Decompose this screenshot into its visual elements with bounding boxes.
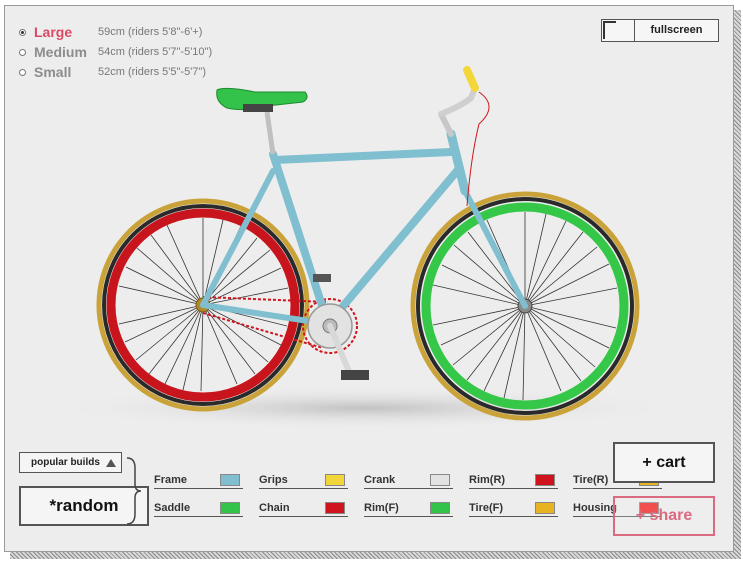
divider — [364, 488, 453, 489]
color-swatch[interactable] — [535, 502, 555, 514]
add-to-cart-button[interactable]: + cart — [613, 442, 715, 483]
part-label: Saddle — [154, 502, 191, 514]
divider — [154, 488, 243, 489]
grip — [463, 66, 479, 92]
bike-builder-panel: Large 59cm (riders 5'8"-6'+) Medium 54cm… — [4, 5, 734, 552]
part-saddle[interactable]: Saddle — [154, 500, 244, 518]
part-label: Grips — [259, 474, 288, 486]
color-swatch[interactable] — [325, 502, 345, 514]
part-grips[interactable]: Grips — [259, 472, 349, 490]
divider — [364, 516, 453, 517]
part-tire-front[interactable]: Tire(F) — [469, 500, 559, 518]
color-swatch[interactable] — [430, 502, 450, 514]
share-button[interactable]: + share — [613, 496, 715, 536]
popular-builds-label: popular builds — [31, 457, 100, 468]
color-swatch[interactable] — [220, 502, 240, 514]
top-tube — [271, 148, 455, 164]
cart-label: + cart — [642, 453, 686, 471]
part-chain[interactable]: Chain — [259, 500, 349, 518]
color-swatch[interactable] — [325, 474, 345, 486]
part-rim-front[interactable]: Rim(F) — [364, 500, 454, 518]
color-swatch[interactable] — [535, 474, 555, 486]
random-label: *random — [49, 496, 119, 515]
part-label: Chain — [259, 502, 290, 514]
saddle-assembly — [216, 87, 308, 155]
color-swatch[interactable] — [430, 474, 450, 486]
part-label: Tire(F) — [469, 502, 504, 514]
part-rim-rear[interactable]: Rim(R) — [469, 472, 559, 490]
part-frame[interactable]: Frame — [154, 472, 244, 490]
divider — [469, 516, 558, 517]
part-label: Frame — [154, 474, 188, 486]
part-label: Housing — [573, 502, 617, 514]
brace-divider — [126, 457, 142, 525]
divider — [573, 488, 662, 489]
part-label: Tire(R) — [573, 474, 609, 486]
divider — [259, 516, 348, 517]
part-label: Rim(F) — [364, 502, 399, 514]
divider — [259, 488, 348, 489]
head-tube — [446, 129, 470, 196]
divider — [154, 516, 243, 517]
divider — [469, 488, 558, 489]
color-swatch[interactable] — [220, 474, 240, 486]
part-label: Rim(R) — [469, 474, 506, 486]
part-crank[interactable]: Crank — [364, 472, 454, 490]
popular-builds-button[interactable]: popular builds — [19, 452, 122, 473]
part-label: Crank — [364, 474, 396, 486]
triangle-up-icon — [105, 458, 116, 467]
share-label: + share — [635, 507, 693, 524]
